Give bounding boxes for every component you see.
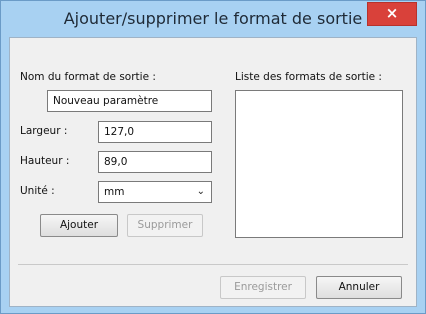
width-label: Largeur :: [20, 125, 68, 137]
dialog-window: Ajouter/supprimer le format de sortie × …: [0, 0, 426, 314]
unit-label: Unité :: [20, 185, 55, 197]
height-input[interactable]: 89,0: [98, 151, 212, 173]
separator: [18, 264, 408, 265]
unit-select[interactable]: mm ⌄: [98, 181, 212, 203]
unit-select-value: mm: [104, 186, 125, 198]
close-button[interactable]: ×: [367, 2, 417, 26]
cancel-button[interactable]: Annuler: [316, 276, 402, 299]
dialog-content: Nom du format de sortie : Nouveau paramè…: [9, 37, 417, 307]
chevron-down-icon: ⌄: [196, 186, 205, 197]
save-button[interactable]: Enregistrer: [220, 276, 306, 299]
title-bar[interactable]: Ajouter/supprimer le format de sortie ×: [1, 1, 425, 37]
height-label: Hauteur :: [20, 155, 70, 167]
format-name-input[interactable]: Nouveau paramètre: [47, 90, 212, 112]
close-icon: ×: [385, 4, 399, 22]
add-button[interactable]: Ajouter: [40, 214, 118, 237]
dialog-title: Ajouter/supprimer le format de sortie: [63, 9, 363, 28]
width-input[interactable]: 127,0: [98, 121, 212, 143]
format-list[interactable]: [235, 90, 403, 238]
format-list-label: Liste des formats de sortie :: [235, 71, 382, 83]
format-name-label: Nom du format de sortie :: [20, 71, 156, 83]
remove-button[interactable]: Supprimer: [127, 214, 203, 237]
